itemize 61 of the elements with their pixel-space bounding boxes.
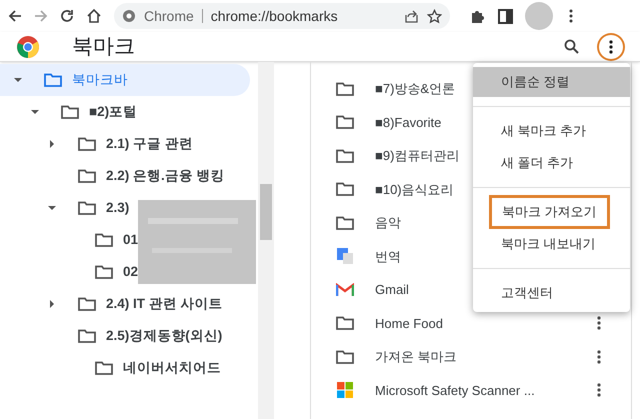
more-icon[interactable] <box>597 350 601 364</box>
reload-icon[interactable] <box>60 9 74 23</box>
folder-icon <box>78 329 96 343</box>
folder-icon <box>78 297 96 311</box>
url-text: chrome://bookmarks <box>210 6 338 26</box>
side-panel-icon[interactable] <box>498 8 513 24</box>
folder-icon <box>44 73 62 87</box>
translate-icon <box>336 247 354 266</box>
tree-item[interactable]: 2.1) 구글 관련 <box>0 128 193 160</box>
tree-item[interactable]: 2.3) <box>0 192 130 224</box>
tree-item[interactable]: 2.5)경제동향(외신) <box>0 320 222 352</box>
more-icon[interactable] <box>597 383 601 398</box>
more-icon[interactable] <box>569 9 573 23</box>
folder-icon <box>78 169 96 183</box>
menu-button[interactable] <box>599 34 623 58</box>
tree-item[interactable]: 02 <box>0 256 138 288</box>
folder-icon <box>61 105 79 119</box>
tree-item[interactable]: ■2)포털 <box>0 96 138 128</box>
folder-icon <box>336 148 354 163</box>
search-icon[interactable] <box>564 39 579 54</box>
bookmark-row[interactable]: Microsoft Safety Scanner ... <box>311 374 631 407</box>
chrome-logo <box>16 34 40 58</box>
chrome-icon <box>122 9 136 23</box>
menu-item[interactable]: 북마크 가져오기 <box>489 195 610 229</box>
folder-icon <box>336 316 354 330</box>
menu-item[interactable]: 북마크 내보내기 <box>473 234 624 254</box>
scrollbar[interactable] <box>258 62 274 419</box>
puzzle-icon[interactable] <box>470 8 486 24</box>
star-icon[interactable] <box>427 8 442 24</box>
folder-icon <box>336 350 354 364</box>
folder-icon <box>336 216 354 230</box>
tree-item[interactable]: 북마크바 <box>0 64 250 96</box>
scrollbar-thumb[interactable] <box>260 184 272 240</box>
bookmark-row[interactable]: 가져온 북마크 <box>311 340 631 374</box>
folder-icon <box>336 82 354 96</box>
folder-icon <box>78 201 96 215</box>
menu-item[interactable]: 새 북마크 추가 <box>473 121 614 141</box>
back-icon[interactable] <box>8 9 22 23</box>
folder-icon <box>95 361 113 375</box>
more-icon[interactable] <box>597 316 601 330</box>
tree-item[interactable]: 2.4) IT 관련 사이트 <box>0 288 223 320</box>
menu-item[interactable]: 이름순 정렬 <box>473 67 630 97</box>
home-icon[interactable] <box>86 8 102 24</box>
mail-icon <box>336 282 354 297</box>
more-icon <box>609 40 613 54</box>
site-label: Chrome <box>144 6 194 26</box>
tree-item[interactable]: 01 <box>0 224 138 256</box>
folder-icon <box>336 115 354 130</box>
page-title: 북마크 <box>72 34 135 60</box>
menu-item[interactable]: 고객센터 <box>473 283 581 303</box>
folder-icon <box>95 265 113 279</box>
address-bar[interactable]: Chrome chrome://bookmarks <box>114 3 450 29</box>
folder-icon <box>95 233 113 247</box>
tree-item[interactable]: 네이버서치어드 <box>0 352 221 384</box>
windows-logo-icon <box>337 382 353 398</box>
menu-item[interactable]: 새 폴더 추가 <box>473 153 602 173</box>
folder-icon <box>336 182 354 196</box>
folder-icon <box>78 137 96 151</box>
bookmark-row[interactable]: Home Food <box>311 306 631 340</box>
tree-item[interactable]: 2.2) 은행.금융 뱅킹 <box>0 160 225 192</box>
share-icon[interactable] <box>404 9 419 23</box>
